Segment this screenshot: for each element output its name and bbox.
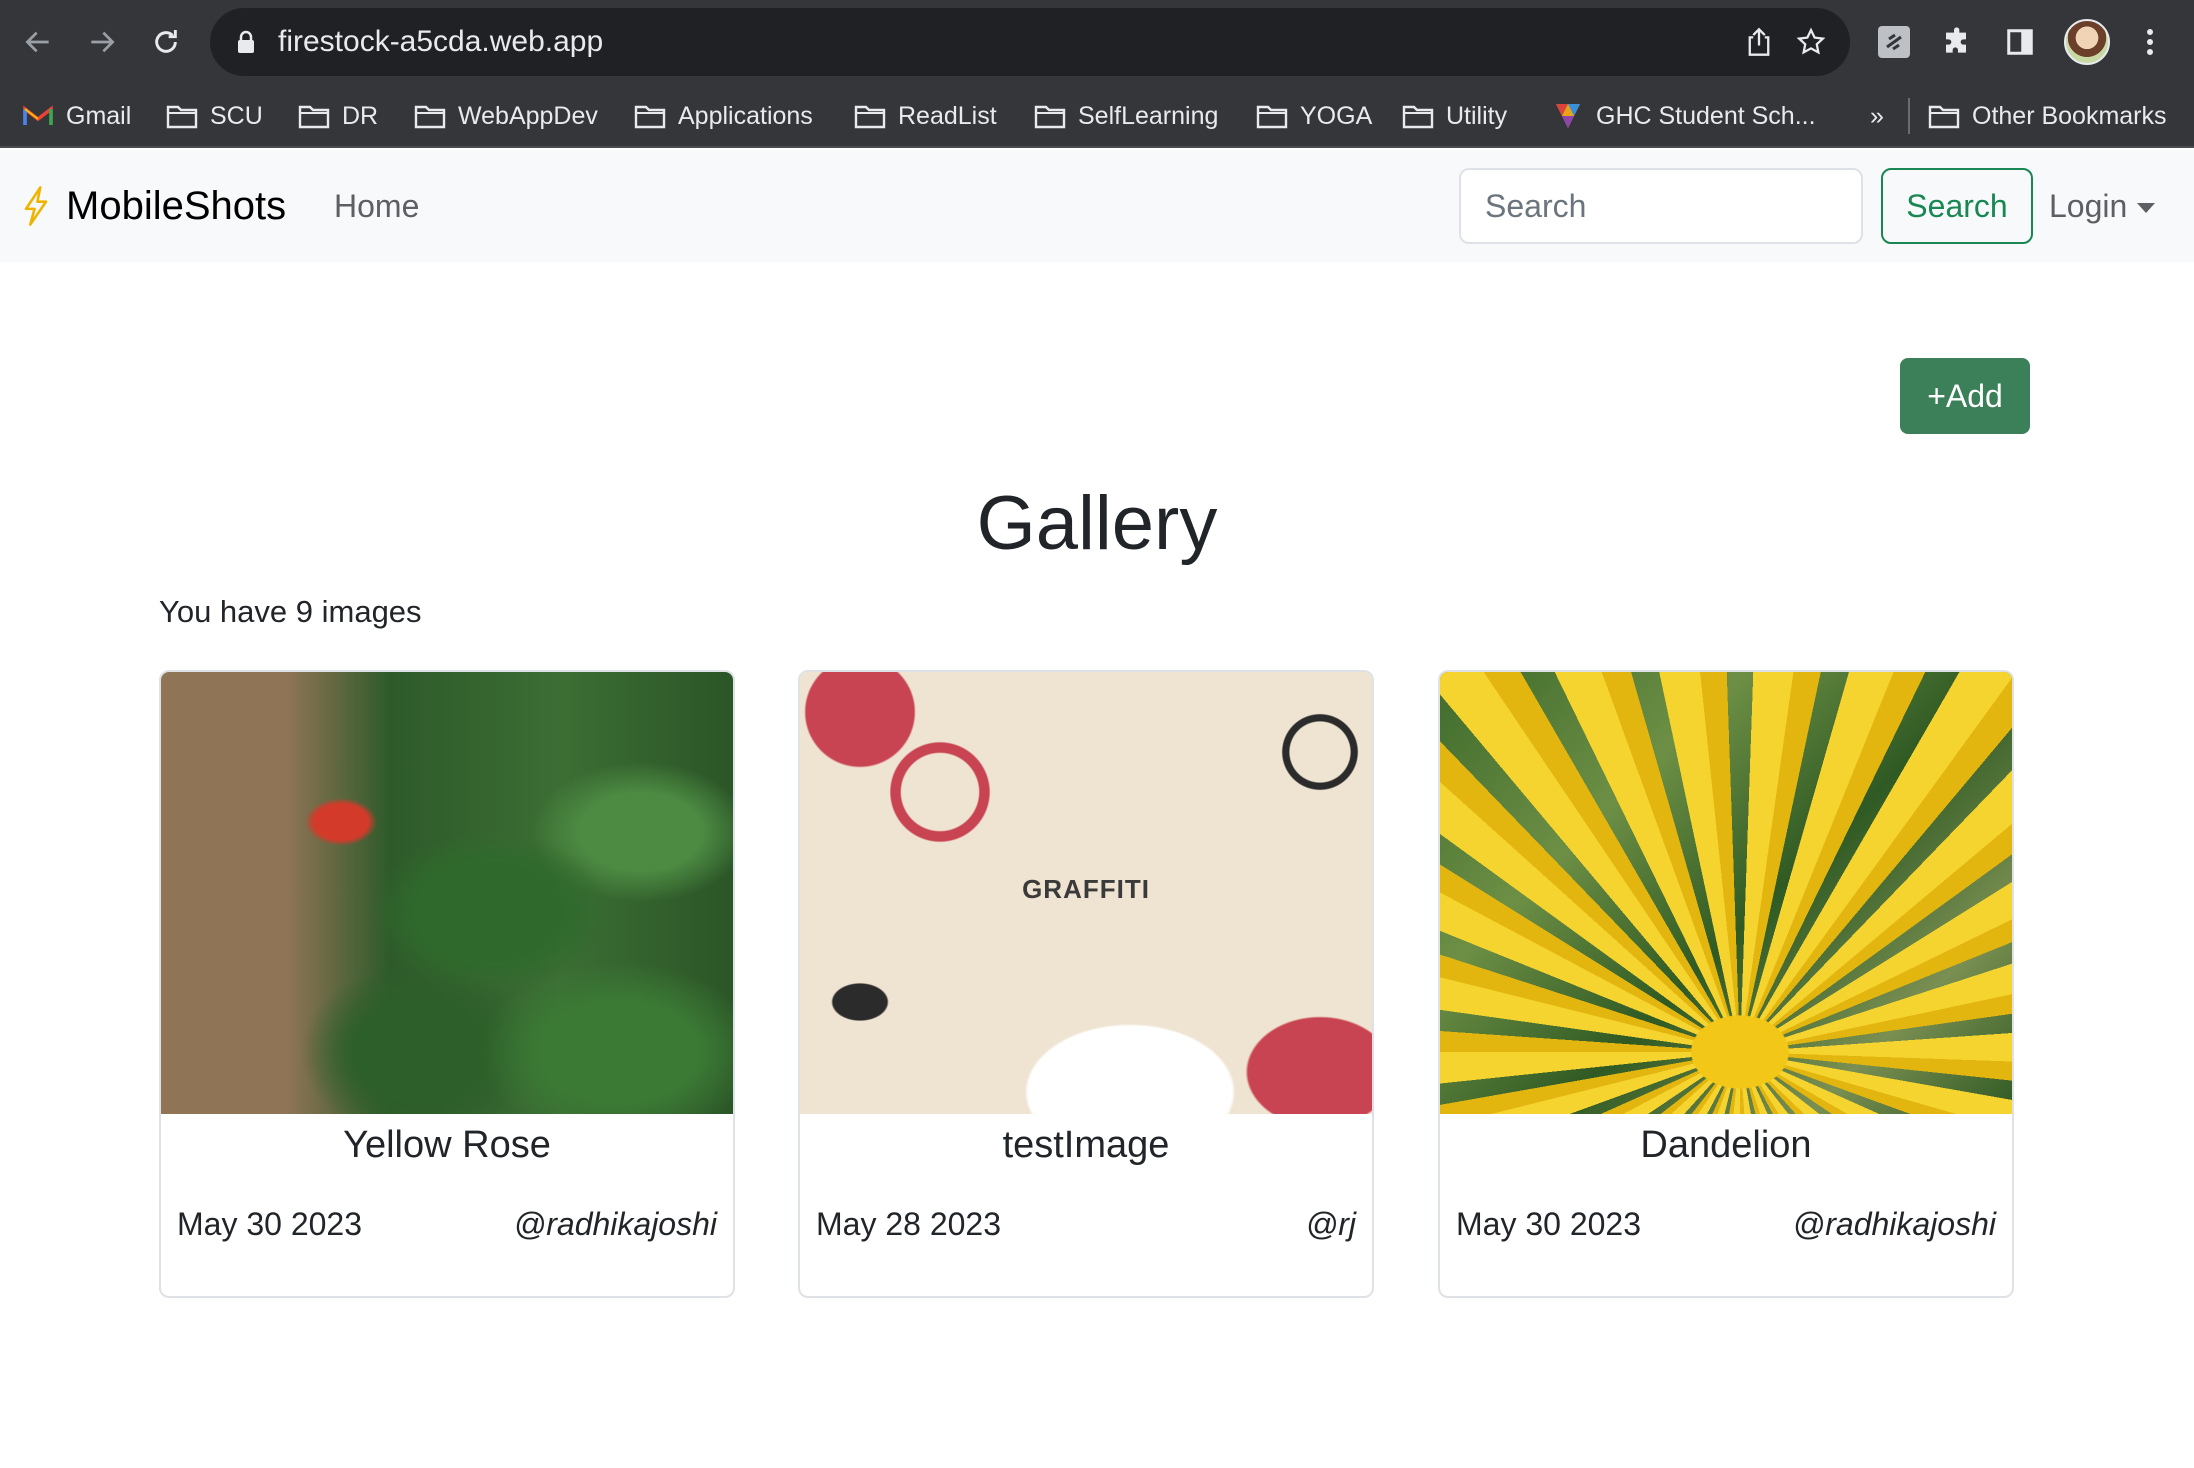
card-username: @radhikajoshi bbox=[513, 1206, 717, 1242]
folder-icon bbox=[414, 103, 446, 129]
bookmark-label: ReadList bbox=[898, 101, 997, 130]
card-title: testImage bbox=[1002, 1124, 1170, 1166]
bookmark-selflearning[interactable]: SelfLearning bbox=[1034, 84, 1218, 148]
add-image-button[interactable]: +Add bbox=[1900, 358, 2030, 434]
card-image-testimage[interactable]: GRAFFITI bbox=[800, 672, 1372, 1114]
lock-icon[interactable] bbox=[236, 30, 256, 54]
image-count-text: You have 9 images bbox=[159, 594, 422, 629]
bookmark-label: Gmail bbox=[66, 101, 132, 130]
browser-toolbar: firestock-a5cda.web.app bbox=[0, 0, 2194, 84]
puzzle-icon[interactable] bbox=[1936, 20, 1980, 64]
login-dropdown[interactable]: Login bbox=[2049, 150, 2156, 262]
reload-icon bbox=[155, 30, 177, 53]
bookmark-scu[interactable]: SCU bbox=[166, 84, 263, 148]
graffiti-image-text: GRAFFITI bbox=[1022, 874, 1150, 904]
gallery-card[interactable]: Yellow Rose May 30 2023 @radhikajoshi bbox=[159, 670, 735, 1298]
gallery-card[interactable]: GRAFFITI testImage May 28 2023 @rj bbox=[798, 670, 1374, 1298]
bookmark-webappdev[interactable]: WebAppDev bbox=[414, 84, 598, 148]
folder-icon bbox=[298, 103, 330, 129]
bookmark-label: YOGA bbox=[1300, 101, 1373, 130]
card-image-yellow-rose[interactable] bbox=[161, 672, 733, 1114]
bookmark-ghc[interactable]: GHC Student Sch... bbox=[1552, 84, 1816, 148]
card-title: Dandelion bbox=[1640, 1124, 1812, 1166]
bookmark-label: GHC Student Sch... bbox=[1596, 101, 1816, 130]
search-button[interactable]: Search bbox=[1881, 168, 2033, 244]
brand-link[interactable]: MobileShots bbox=[20, 150, 286, 262]
bookmark-label: Utility bbox=[1446, 101, 1508, 130]
arrow-left-icon bbox=[25, 31, 49, 53]
card-username: @rj bbox=[1305, 1206, 1356, 1242]
gmail-icon bbox=[22, 103, 54, 129]
folder-icon bbox=[1256, 103, 1288, 129]
folder-icon bbox=[1402, 103, 1434, 129]
ghc-icon bbox=[1552, 103, 1584, 129]
search-input[interactable] bbox=[1459, 168, 1863, 244]
bookmark-label: Applications bbox=[678, 101, 813, 130]
bookmarks-overflow-button[interactable]: » bbox=[1870, 84, 1884, 148]
folder-icon bbox=[166, 103, 198, 129]
side-panel-icon[interactable] bbox=[1998, 20, 2042, 64]
folder-icon bbox=[634, 103, 666, 129]
url-text[interactable]: firestock-a5cda.web.app bbox=[278, 8, 603, 76]
bookmarks-divider bbox=[1908, 98, 1910, 134]
folder-icon bbox=[1928, 103, 1960, 129]
caret-down-icon bbox=[2137, 203, 2156, 213]
card-username: @radhikajoshi bbox=[1792, 1206, 1996, 1242]
star-icon[interactable] bbox=[1794, 25, 1828, 59]
card-date: May 30 2023 bbox=[1456, 1206, 1642, 1242]
bookmark-gmail[interactable]: Gmail bbox=[22, 84, 131, 148]
bookmark-other[interactable]: Other Bookmarks bbox=[1928, 84, 2167, 148]
share-icon[interactable] bbox=[1742, 25, 1776, 59]
bookmark-label: WebAppDev bbox=[458, 101, 598, 130]
forward-button[interactable] bbox=[80, 20, 124, 64]
bookmark-yoga[interactable]: YOGA bbox=[1256, 84, 1372, 148]
bookmark-applications[interactable]: Applications bbox=[634, 84, 813, 148]
gallery-card[interactable]: Dandelion May 30 2023 @radhikajoshi bbox=[1438, 670, 2014, 1298]
bookmark-label: SCU bbox=[210, 101, 263, 130]
address-bar[interactable]: firestock-a5cda.web.app bbox=[210, 8, 1850, 76]
profile-avatar[interactable] bbox=[2064, 19, 2110, 65]
bookmark-label: Other Bookmarks bbox=[1972, 101, 2167, 130]
card-image-dandelion[interactable] bbox=[1440, 672, 2012, 1114]
lightning-icon bbox=[24, 186, 48, 226]
bookmark-label: DR bbox=[342, 101, 379, 130]
arrow-right-icon bbox=[91, 31, 115, 53]
brand-name: MobileShots bbox=[66, 183, 287, 228]
nav-home-link[interactable]: Home bbox=[334, 150, 419, 262]
bookmark-utility[interactable]: Utility bbox=[1402, 84, 1507, 148]
app-navbar: MobileShots Home Search Login bbox=[0, 150, 2194, 262]
login-label: Login bbox=[2049, 187, 2128, 224]
back-button[interactable] bbox=[16, 20, 60, 64]
overflow-label: » bbox=[1870, 101, 1884, 130]
folder-icon bbox=[1034, 103, 1066, 129]
card-title: Yellow Rose bbox=[343, 1124, 551, 1166]
bookmark-readlist[interactable]: ReadList bbox=[854, 84, 997, 148]
bookmark-label: SelfLearning bbox=[1078, 101, 1219, 130]
card-date: May 30 2023 bbox=[177, 1206, 363, 1242]
more-menu-icon[interactable] bbox=[2128, 20, 2172, 64]
page-title: Gallery bbox=[976, 481, 1218, 566]
card-date: May 28 2023 bbox=[816, 1206, 1002, 1242]
extension-icon[interactable] bbox=[1872, 20, 1916, 64]
reload-button[interactable] bbox=[144, 20, 188, 64]
bookmarks-bar: Gmail SCU DR WebAppDev Applications Read… bbox=[0, 84, 2194, 148]
bookmark-dr[interactable]: DR bbox=[298, 84, 378, 148]
folder-icon bbox=[854, 103, 886, 129]
